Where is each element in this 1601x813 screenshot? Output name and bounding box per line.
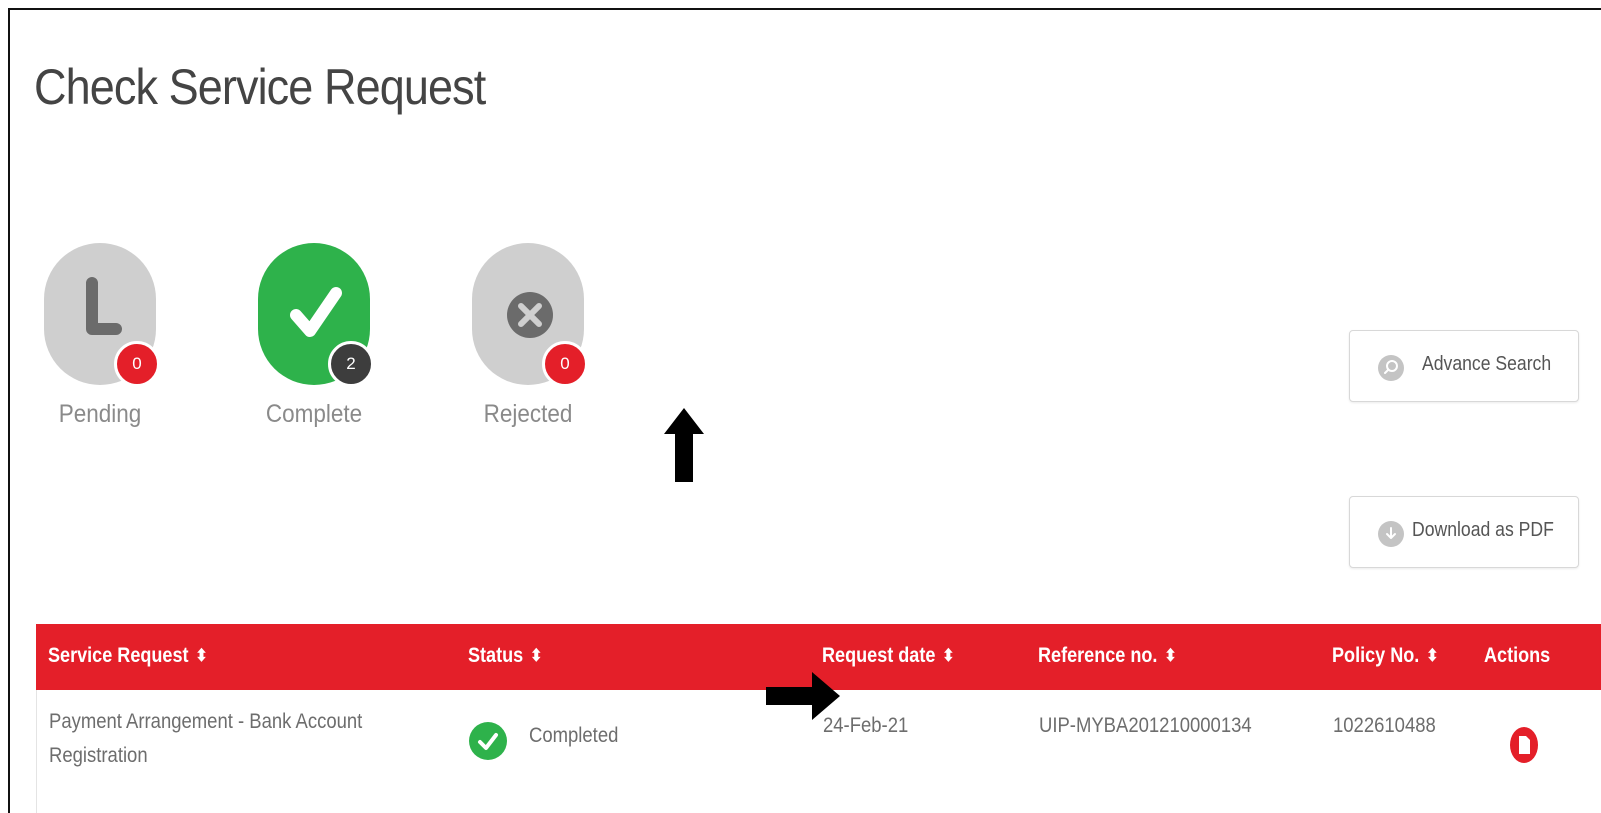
complete-count-badge: 2 — [328, 341, 374, 387]
advance-search-label: Advance Search — [1422, 353, 1552, 375]
right-arrow-annotation — [766, 672, 840, 720]
status-filter-pending[interactable]: 0 Pending — [34, 243, 174, 443]
search-icon — [1378, 355, 1404, 381]
page-title: Check Service Request — [34, 59, 486, 115]
column-header-policy-no[interactable]: Policy No. ⬍ — [1332, 644, 1438, 668]
pending-label: Pending — [58, 400, 142, 428]
sort-icon: ⬍ — [530, 646, 543, 665]
download-pdf-button[interactable]: Download as PDF — [1349, 496, 1579, 568]
advance-search-button[interactable]: Advance Search — [1349, 330, 1579, 402]
pending-count-badge: 0 — [114, 341, 160, 387]
status-filter-rejected[interactable]: 0 Rejected — [462, 243, 602, 443]
column-header-service-request[interactable]: Service Request ⬍ — [48, 644, 208, 668]
policy-no-cell: 1022610488 — [1333, 714, 1436, 737]
download-pdf-label: Download as PDF — [1412, 519, 1554, 541]
column-header-status[interactable]: Status ⬍ — [468, 644, 542, 668]
rejected-label: Rejected — [483, 400, 573, 428]
rejected-count-badge: 0 — [542, 341, 588, 387]
column-header-request-date[interactable]: Request date ⬍ — [822, 644, 955, 668]
up-arrow-annotation — [664, 408, 704, 482]
status-filter-complete[interactable]: 2 Complete — [248, 243, 388, 443]
complete-label: Complete — [265, 400, 363, 428]
sort-icon: ⬍ — [942, 646, 955, 665]
column-header-actions: Actions — [1484, 644, 1551, 667]
sort-icon: ⬍ — [1164, 646, 1177, 665]
page-frame: Check Service Request 0 Pending 2 Comple… — [8, 8, 1601, 813]
completed-status-icon — [469, 722, 507, 760]
service-request-cell: Payment Arrangement - Bank Account Regis… — [49, 710, 363, 767]
status-cell: Completed — [529, 724, 619, 747]
sort-icon: ⬍ — [1426, 646, 1439, 665]
download-icon — [1378, 521, 1404, 547]
pdf-document-icon[interactable] — [1509, 726, 1539, 764]
column-header-reference-no[interactable]: Reference no. ⬍ — [1038, 644, 1177, 668]
reference-no-cell: UIP-MYBA201210000134 — [1039, 714, 1252, 737]
sort-icon: ⬍ — [195, 646, 208, 665]
